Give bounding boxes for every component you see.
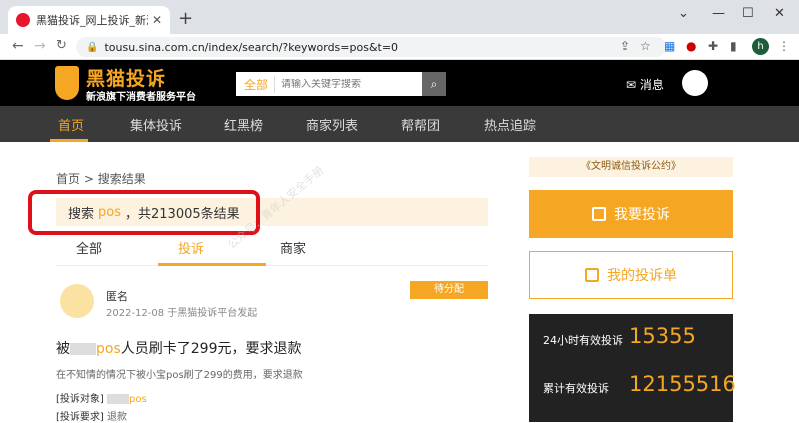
tab-active-underline [158,263,266,266]
forward-icon[interactable]: → [34,38,46,54]
request-value: 退款 [107,412,127,423]
url-text: tousu.sina.com.cn/index/search/?keywords… [104,40,399,54]
message-link[interactable]: ✉ 消息 [626,76,664,93]
address-bar: ← → ↻ 🔒 tousu.sina.com.cn/index/search/?… [0,34,799,60]
clipboard-icon [585,268,599,282]
redacted-block [107,394,129,404]
tab-complaints[interactable]: 投诉 [178,238,204,257]
cat-avatar-icon [60,284,94,318]
reload-icon[interactable]: ↻ [56,38,67,53]
browser-tab[interactable]: 黑猫投诉_网上投诉_新浪旗下消费 ✕ [8,6,170,34]
profile-avatar[interactable]: h [752,38,769,55]
breadcrumb-current: 搜索结果 [97,172,146,186]
stat-total-label: 累计有效投诉 [543,382,609,395]
minimize-icon[interactable]: — [712,6,725,21]
edit-icon [592,207,606,221]
message-label: 消息 [639,78,664,92]
complaint-object: [投诉对象] pos [56,390,147,405]
url-field[interactable]: 🔒 tousu.sina.com.cn/index/search/?keywor… [76,37,666,57]
tab-close-icon[interactable]: ✕ [152,13,162,27]
file-complaint-button[interactable]: 我要投诉 [529,190,733,238]
weibo-favicon-icon [16,13,30,27]
star-icon[interactable]: ☆ [640,39,651,53]
menu-dots-icon[interactable]: ⋮ [778,39,790,53]
tab-all[interactable]: 全部 [76,238,102,257]
stats-panel: 24小时有效投诉 15355 累计有效投诉 12155516 [529,314,736,422]
menu-item-hot-topics[interactable]: 热点追踪 [484,115,536,134]
site-header: 黑猫投诉 新浪旗下消费者服务平台 全部 ⌕ ✉ 消息 [0,60,799,106]
my-complaints-label: 我的投诉单 [607,268,677,284]
logo-title[interactable]: 黑猫投诉 [86,64,166,91]
back-icon[interactable]: ← [12,38,24,54]
tab-title: 黑猫投诉_网上投诉_新浪旗下消费 [36,14,148,27]
title-prefix: 被 [56,341,70,357]
highlight-frame [28,190,260,235]
extensions-icon[interactable]: ✚ [708,39,718,53]
search-icon[interactable]: ⌕ [422,72,446,96]
envelope-icon: ✉ [626,78,637,92]
object-value[interactable]: pos [129,394,147,405]
menu-active-underline [50,139,88,142]
stat-total-value: 12155516 [629,372,736,396]
lock-icon: 🔒 [86,41,99,53]
stat-24h-label: 24小时有效投诉 [543,334,623,347]
chevron-down-icon[interactable]: ⌄ [678,6,689,21]
file-complaint-label: 我要投诉 [614,207,670,223]
status-badge: 待分配 [410,281,488,299]
convention-link[interactable]: 《文明诚信投诉公约》 [529,157,733,177]
adblock-icon[interactable]: ● [686,39,696,53]
window-close-icon[interactable]: ✕ [774,6,785,21]
menu-item-home[interactable]: 首页 [58,115,84,134]
tab-merchants[interactable]: 商家 [280,238,306,257]
stat-24h-value: 15355 [629,324,696,348]
search-input[interactable] [275,78,406,90]
new-tab-icon[interactable]: + [178,8,193,29]
main-menu: 首页 集体投诉 红黑榜 商家列表 帮帮团 热点追踪 [0,106,799,142]
breadcrumb-separator: > [83,172,94,186]
result-tabs: 全部 投诉 商家 [56,236,488,266]
breadcrumb-home[interactable]: 首页 [56,172,80,186]
logo-subtitle: 新浪旗下消费者服务平台 [86,92,196,103]
menu-item-merchant-list[interactable]: 商家列表 [306,115,358,134]
title-keyword: pos [96,341,121,357]
complaint-description: 在不知情的情况下被小宝pos刷了299的费用，要求退款 [56,370,303,381]
sidebar-icon[interactable]: ▮ [730,39,737,53]
menu-item-red-black-list[interactable]: 红黑榜 [224,115,263,134]
complaint-request: [投诉要求] 退款 [56,408,127,423]
search-category[interactable]: 全部 [236,75,276,93]
browser-tab-bar: 黑猫投诉_网上投诉_新浪旗下消费 ✕ + ⌄ — ☐ ✕ [0,0,799,34]
my-complaints-button[interactable]: 我的投诉单 [529,251,733,299]
share-icon[interactable]: ⇪ [620,39,630,53]
search-bar: 全部 ⌕ [236,72,446,96]
title-suffix: 人员刷卡了299元，要求退款 [120,341,302,357]
user-avatar[interactable] [682,70,708,96]
complaint-title[interactable]: 被 pos人员刷卡了299元，要求退款 [56,338,301,358]
maximize-icon[interactable]: ☐ [742,6,754,21]
request-label: [投诉要求] [56,412,104,423]
complaint-date: 2022-12-08 于黑猫投诉平台发起 [106,308,258,319]
redacted-block [70,343,96,355]
complainant-name: 匿名 [106,290,128,303]
menu-item-help-team[interactable]: 帮帮团 [401,115,440,134]
breadcrumb: 首页 > 搜索结果 [56,170,146,187]
cat-logo-icon [55,66,79,100]
menu-item-group-complaint[interactable]: 集体投诉 [130,115,182,134]
translate-icon[interactable]: ▦ [664,39,675,53]
object-label: [投诉对象] [56,394,104,405]
